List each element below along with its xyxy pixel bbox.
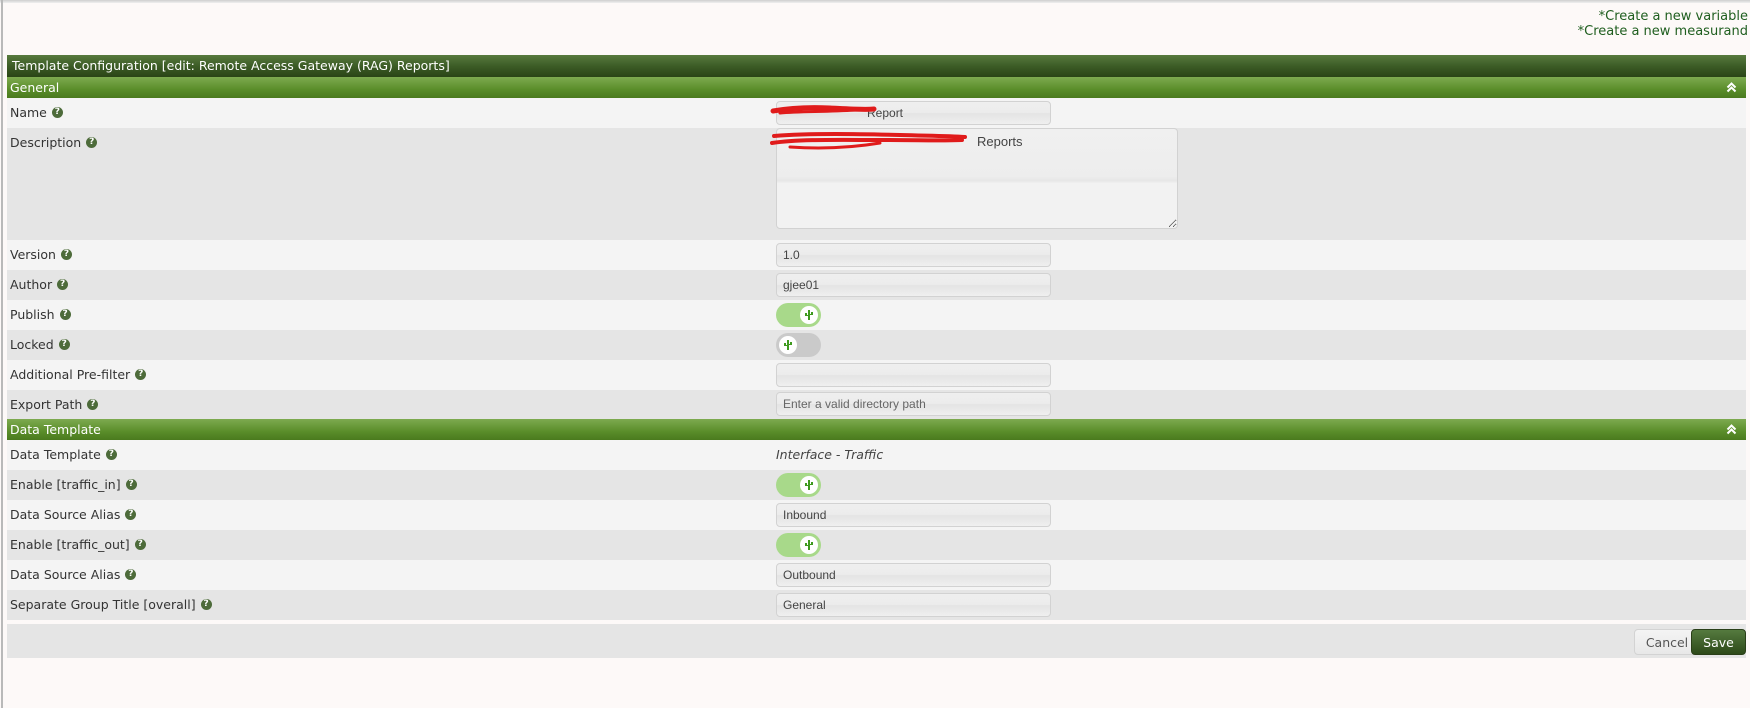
enable-traffic-out-toggle[interactable] [776, 533, 821, 557]
alias-out-label: Data Source Alias? [10, 567, 137, 582]
group-title-label: Separate Group Title [overall]? [10, 597, 212, 612]
help-icon[interactable]: ? [200, 599, 212, 610]
locked-label: Locked? [10, 337, 70, 352]
help-icon[interactable]: ? [51, 107, 63, 118]
form-footer: Cancel Save [7, 624, 1746, 658]
row-alias-out: Data Source Alias? [7, 560, 1746, 590]
alias-in-input[interactable] [776, 503, 1051, 527]
alias-out-input[interactable] [776, 563, 1051, 587]
alias-in-label: Data Source Alias? [10, 507, 137, 522]
help-icon[interactable]: ? [105, 449, 117, 460]
help-icon[interactable]: ? [60, 249, 72, 260]
enable-traffic-in-toggle[interactable] [776, 473, 821, 497]
publish-toggle[interactable] [776, 303, 821, 327]
action-links: *Create a new variable *Create a new mea… [1578, 9, 1748, 39]
author-label: Author? [10, 277, 69, 292]
group-title-input[interactable] [776, 593, 1051, 617]
prefilter-input[interactable] [776, 363, 1051, 387]
export-path-input[interactable] [776, 392, 1051, 416]
author-input[interactable] [776, 273, 1051, 297]
data-template-label: Data Template? [10, 447, 117, 462]
row-version: Version? [7, 240, 1746, 270]
template-configuration-panel: Template Configuration [edit: Remote Acc… [7, 55, 1746, 658]
enable-traffic-in-label: Enable [traffic_in]? [10, 477, 137, 492]
cactus-icon [779, 336, 797, 354]
help-icon[interactable]: ? [59, 309, 71, 320]
row-enable-traffic-out: Enable [traffic_out]? [7, 530, 1746, 560]
help-icon[interactable]: ? [86, 137, 98, 148]
description-textarea[interactable]: Reports [776, 128, 1178, 229]
cactus-icon [800, 476, 818, 494]
prefilter-label: Additional Pre-filter? [10, 367, 147, 382]
help-icon[interactable]: ? [125, 479, 137, 490]
row-data-template: Data Template? Interface - Traffic [7, 440, 1746, 470]
row-alias-in: Data Source Alias? [7, 500, 1746, 530]
window-left-edge [1, 0, 3, 708]
panel-title: Template Configuration [edit: Remote Acc… [7, 55, 1746, 77]
help-icon[interactable]: ? [58, 339, 70, 350]
row-description: Description? Reports [7, 128, 1746, 240]
data-template-value: Interface - Traffic [776, 447, 884, 462]
section-title-data-template: Data Template [10, 422, 101, 437]
help-icon[interactable]: ? [87, 399, 99, 410]
row-export-path: Export Path? [7, 390, 1746, 419]
row-enable-traffic-in: Enable [traffic_in]? [7, 470, 1746, 500]
window-top-edge [0, 0, 1750, 3]
row-author: Author? [7, 270, 1746, 300]
row-prefilter: Additional Pre-filter? [7, 360, 1746, 390]
section-header-data-template[interactable]: Data Template [7, 419, 1746, 440]
help-icon[interactable]: ? [134, 539, 146, 550]
cactus-icon [800, 306, 818, 324]
name-input[interactable] [776, 101, 1051, 125]
name-label: Name? [10, 105, 63, 120]
version-input[interactable] [776, 243, 1051, 267]
row-locked: Locked? [7, 330, 1746, 360]
row-name: Name? [7, 98, 1746, 128]
double-chevron-up-icon[interactable] [1724, 419, 1738, 440]
export-path-label: Export Path? [10, 397, 99, 412]
version-label: Version? [10, 247, 72, 262]
row-publish: Publish? [7, 300, 1746, 330]
help-icon[interactable]: ? [57, 279, 69, 290]
section-title-general: General [10, 80, 60, 95]
cactus-icon [800, 536, 818, 554]
double-chevron-up-icon[interactable] [1724, 77, 1738, 98]
description-label: Description? [10, 135, 98, 150]
create-variable-link[interactable]: *Create a new variable [1578, 9, 1748, 24]
help-icon[interactable]: ? [125, 509, 137, 520]
save-button[interactable]: Save [1691, 629, 1746, 655]
help-icon[interactable]: ? [125, 569, 137, 580]
create-measurand-link[interactable]: *Create a new measurand [1578, 24, 1748, 39]
section-header-general[interactable]: General [7, 77, 1746, 98]
help-icon[interactable]: ? [135, 369, 147, 380]
enable-traffic-out-label: Enable [traffic_out]? [10, 537, 146, 552]
row-group-title: Separate Group Title [overall]? [7, 590, 1746, 620]
locked-toggle[interactable] [776, 333, 821, 357]
publish-label: Publish? [10, 307, 71, 322]
